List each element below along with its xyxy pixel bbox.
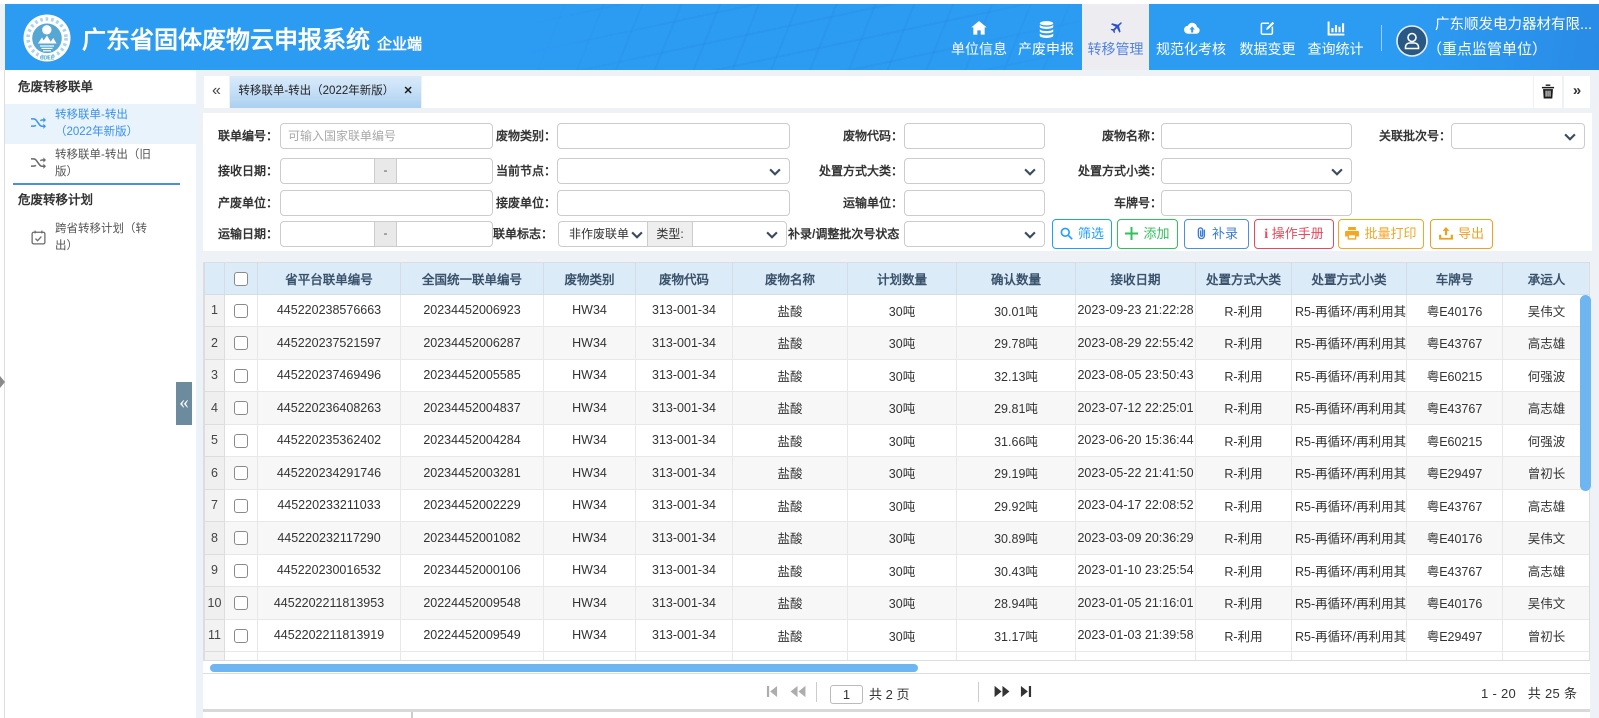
- svg-text:GDEE: GDEE: [40, 56, 55, 62]
